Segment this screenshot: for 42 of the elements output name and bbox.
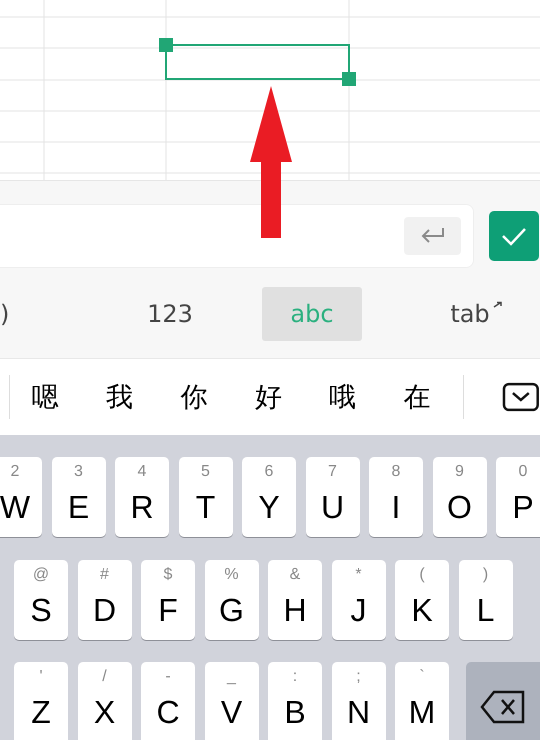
keyboard-key[interactable]: ( K	[395, 560, 449, 640]
input-field[interactable]	[0, 204, 474, 268]
backspace-icon	[480, 690, 526, 724]
keyboard-key[interactable]: ' Z	[14, 662, 68, 740]
collapse-keyboard-icon[interactable]	[502, 382, 540, 412]
keyboard-key[interactable]: $ F	[141, 560, 195, 640]
keyboard-key[interactable]: - C	[141, 662, 195, 740]
keyboard-key[interactable]: _ V	[204, 662, 258, 740]
keyboard-key[interactable]: 4 R	[115, 457, 169, 537]
keyboard-key[interactable]: 9 O	[432, 457, 486, 537]
mode-tab[interactable]: )	[0, 287, 20, 341]
candidate-word[interactable]: 哦	[306, 379, 380, 415]
candidate-word[interactable]: 我	[82, 379, 157, 415]
keyboard-key[interactable]: : B	[268, 662, 322, 740]
keyboard-key[interactable]: @ S	[14, 560, 68, 640]
delete-key[interactable]	[466, 662, 540, 740]
mode-tab[interactable]: 123	[120, 287, 220, 341]
mode-tab[interactable]: tab	[430, 287, 510, 341]
return-icon	[420, 227, 446, 245]
checkmark-icon	[501, 226, 527, 246]
keyboard-key[interactable]: / X	[78, 662, 132, 740]
keyboard-key[interactable]: 3 E	[52, 457, 106, 537]
candidate-word[interactable]: 你	[156, 379, 232, 415]
keyboard-key[interactable]: 0 P	[496, 457, 540, 537]
keyboard-key[interactable]: & H	[268, 560, 322, 640]
keyboard-key[interactable]: 8 I	[369, 457, 423, 537]
candidate-word[interactable]: 在	[380, 379, 454, 415]
keyboard-key[interactable]: ` M	[395, 662, 449, 740]
candidate-word[interactable]: 嗯	[8, 379, 82, 415]
candidate-word[interactable]: 好	[231, 379, 306, 415]
keyboard-key[interactable]: * J	[332, 560, 386, 640]
selected-cell[interactable]	[159, 38, 356, 86]
enter-button[interactable]	[404, 217, 461, 255]
keyboard-key[interactable]: ; N	[332, 662, 386, 740]
keyboard-key[interactable]: 7 U	[306, 457, 360, 537]
confirm-button[interactable]	[489, 211, 539, 261]
keyboard-key[interactable]: % G	[204, 560, 258, 640]
keyboard-key[interactable]: 6 Y	[242, 457, 296, 537]
keyboard-key[interactable]: 2 W	[0, 457, 42, 537]
keyboard-key[interactable]: # D	[78, 560, 132, 640]
keyboard-key[interactable]: 5 T	[178, 457, 232, 537]
keyboard-key[interactable]: ) L	[458, 560, 512, 640]
